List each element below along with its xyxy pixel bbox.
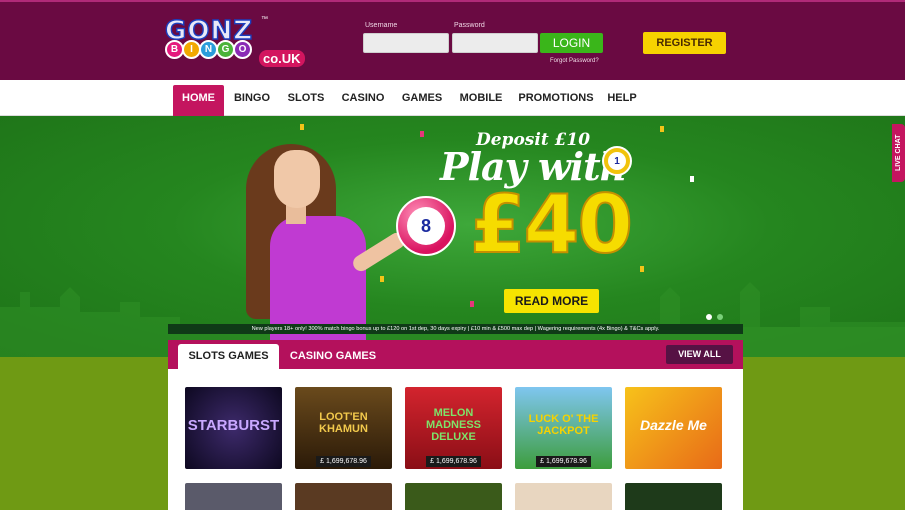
site-header: GONZ ™ B I N G O co.UK Username Password… <box>0 0 905 80</box>
confetti <box>300 124 304 130</box>
logo-ball: O <box>233 40 252 59</box>
confetti <box>470 301 474 307</box>
password-label: Password <box>454 22 485 29</box>
nav-item-home[interactable]: HOME <box>173 85 224 116</box>
nav-item-slots[interactable]: SLOTS <box>284 85 328 116</box>
hero-amount: £40 <box>469 177 634 272</box>
game-tile[interactable] <box>185 483 282 510</box>
read-more-button[interactable]: READ MORE <box>504 289 599 313</box>
nav-item-promotions[interactable]: PROMOTIONS <box>516 85 596 116</box>
hero-banner[interactable]: 8 Deposit £10 Play with 1 £40 READ MORE … <box>0 116 905 357</box>
live-chat-tab[interactable]: LIVE CHAT <box>892 124 905 182</box>
game-tile[interactable] <box>625 483 722 510</box>
register-button[interactable]: REGISTER <box>643 32 726 54</box>
confetti <box>420 131 424 137</box>
carousel-dots <box>706 314 723 320</box>
confetti <box>380 276 384 282</box>
game-title: Dazzle Me <box>640 417 707 433</box>
nav-item-games[interactable]: GAMES <box>398 85 446 116</box>
main-nav: HOME BINGO SLOTS CASINO GAMES MOBILE PRO… <box>0 80 905 116</box>
model-face <box>274 150 320 208</box>
game-tile[interactable] <box>405 483 502 510</box>
jackpot-amount: £ 1,699,678.96 <box>426 456 481 467</box>
site-logo[interactable]: GONZ ™ B I N G O co.UK <box>164 15 305 70</box>
confetti <box>660 126 664 132</box>
game-tile-loot-en-khamun[interactable]: LOOT'EN KHAMUN £ 1,699,678.96 <box>295 387 392 469</box>
nav-item-mobile[interactable]: MOBILE <box>456 85 506 116</box>
nav-item-bingo[interactable]: BINGO <box>230 85 274 116</box>
jackpot-amount: £ 1,699,678.96 <box>536 456 591 467</box>
game-title: STARBURST <box>187 417 280 434</box>
game-tile-starburst[interactable]: STARBURST <box>185 387 282 469</box>
view-all-button[interactable]: VIEW ALL <box>666 345 733 364</box>
login-button[interactable]: LOGIN <box>540 33 603 53</box>
confetti <box>690 176 694 182</box>
nav-item-casino[interactable]: CASINO <box>338 85 388 116</box>
logo-bingo-balls: B I N G O <box>165 40 252 59</box>
game-tile-melon-madness[interactable]: MELON MADNESS DELUXE £ 1,699,678.96 <box>405 387 502 469</box>
games-panel: SLOTS GAMES CASINO GAMES VIEW ALL STARBU… <box>168 340 743 510</box>
game-title: MELON MADNESS DELUXE <box>425 407 481 443</box>
games-tabs-bar: SLOTS GAMES CASINO GAMES VIEW ALL <box>168 340 743 369</box>
jackpot-amount: £ 1,699,678.96 <box>316 456 371 467</box>
trademark-symbol: ™ <box>261 16 268 23</box>
username-label: Username <box>365 22 398 29</box>
tab-slots-games[interactable]: SLOTS GAMES <box>178 344 279 369</box>
game-tile[interactable] <box>515 483 612 510</box>
game-title: LUCK O' THE JACKPOT <box>528 413 599 437</box>
bingo-ball-graphic: 8 <box>396 196 456 256</box>
carousel-dot[interactable] <box>706 314 712 320</box>
bingo-ball-number: 8 <box>407 207 445 245</box>
model-dress <box>270 216 366 357</box>
small-bingo-ball-graphic: 1 <box>602 146 632 176</box>
game-tile-luck-o-the-jackpot[interactable]: LUCK O' THE JACKPOT £ 1,699,678.96 <box>515 387 612 469</box>
confetti <box>640 266 644 272</box>
game-tile-dazzle-me[interactable]: Dazzle Me <box>625 387 722 469</box>
tab-casino-games[interactable]: CASINO GAMES <box>286 344 380 369</box>
logo-suffix: co.UK <box>259 50 305 67</box>
forgot-password-link[interactable]: Forgot Password? <box>550 58 599 64</box>
promo-disclaimer: New players 18+ only! 300% match bingo b… <box>168 324 743 334</box>
game-tile[interactable] <box>295 483 392 510</box>
carousel-dot[interactable] <box>717 314 723 320</box>
nav-item-help[interactable]: HELP <box>603 85 641 116</box>
username-input[interactable] <box>363 33 449 53</box>
password-input[interactable] <box>452 33 538 53</box>
small-ball-number: 1 <box>608 152 626 170</box>
game-title: LOOT'EN KHAMUN <box>319 411 368 435</box>
